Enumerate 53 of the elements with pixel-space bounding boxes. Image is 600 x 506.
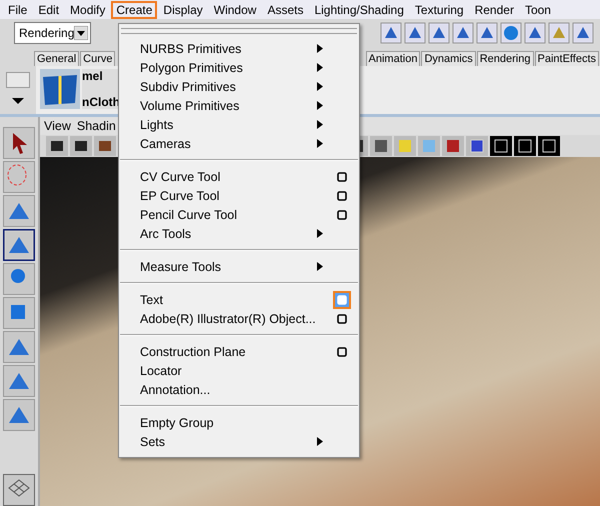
menu-item[interactable]: Cameras bbox=[140, 136, 191, 150]
cube-icon[interactable] bbox=[442, 136, 464, 156]
menu-item[interactable]: Modify bbox=[65, 0, 110, 18]
menu-item[interactable]: Create bbox=[111, 0, 158, 18]
menu-item[interactable]: Polygon Primitives bbox=[140, 60, 243, 74]
shelf-tab[interactable]: Dynamics bbox=[421, 51, 476, 66]
submenu-arrow-icon bbox=[317, 120, 323, 129]
layout-icon[interactable] bbox=[3, 474, 35, 506]
menu-item[interactable]: Window bbox=[208, 0, 262, 18]
menu-item[interactable]: Assets bbox=[262, 0, 308, 18]
mode-dropdown[interactable]: Rendering bbox=[14, 22, 92, 44]
menu-item[interactable]: Adobe(R) Illustrator(R) Object... bbox=[140, 312, 316, 326]
menu-item[interactable]: Lighting/Shading bbox=[309, 0, 409, 18]
menu-item[interactable]: CV Curve Tool bbox=[140, 170, 220, 184]
menu-item[interactable]: Edit bbox=[33, 0, 64, 18]
submenu-arrow-icon bbox=[317, 101, 323, 110]
menu-item[interactable]: Toon bbox=[520, 0, 556, 18]
menu-item[interactable]: Pencil Curve Tool bbox=[140, 208, 238, 222]
menu-item[interactable]: Lights bbox=[140, 118, 174, 132]
submenu-arrow-icon bbox=[317, 229, 323, 238]
menu-item[interactable]: File bbox=[3, 0, 32, 18]
menu-item[interactable]: Measure Tools bbox=[140, 260, 222, 274]
panel-menu[interactable]: Shadin bbox=[76, 119, 116, 133]
panel-menu[interactable]: View bbox=[44, 119, 71, 133]
menu-item[interactable]: Arc Tools bbox=[140, 226, 192, 240]
submenu-arrow-icon bbox=[317, 437, 323, 446]
menu-item[interactable]: Text bbox=[140, 292, 163, 306]
menu-item[interactable]: Volume Primitives bbox=[140, 98, 240, 112]
shelf-tab[interactable]: General bbox=[34, 51, 80, 66]
menu-item[interactable]: NURBS Primitives bbox=[140, 42, 242, 56]
lasso-icon[interactable] bbox=[3, 161, 35, 193]
submenu-arrow-icon bbox=[317, 44, 323, 53]
shelf-tab[interactable]: PaintEffects bbox=[534, 51, 599, 66]
shelf-tab[interactable]: Animation bbox=[366, 51, 420, 66]
menu-item[interactable]: Construction Plane bbox=[140, 344, 246, 358]
menu-item[interactable]: Empty Group bbox=[140, 416, 214, 430]
shelf-tab[interactable]: Rendering bbox=[476, 51, 534, 66]
caret-icon bbox=[74, 26, 88, 40]
submenu-arrow-icon bbox=[317, 262, 323, 271]
cloth-icon[interactable] bbox=[40, 69, 80, 109]
menu-item[interactable]: Texturing bbox=[410, 0, 469, 18]
menu-item[interactable]: Render bbox=[470, 0, 519, 18]
menu-item[interactable]: Annotation... bbox=[140, 382, 210, 396]
menu-item[interactable]: Sets bbox=[140, 434, 166, 448]
menu-item[interactable]: Locator bbox=[140, 364, 182, 378]
menu-item[interactable]: EP Curve Tool bbox=[140, 188, 220, 202]
shelf-tab[interactable]: Curve bbox=[80, 51, 116, 66]
menu-item[interactable]: Subdiv Primitives bbox=[140, 80, 236, 94]
submenu-arrow-icon bbox=[317, 139, 323, 148]
submenu-arrow-icon bbox=[317, 82, 323, 91]
menu-item[interactable]: Display bbox=[158, 0, 208, 18]
shelf-menu-button[interactable] bbox=[6, 72, 30, 88]
submenu-arrow-icon bbox=[317, 63, 323, 72]
